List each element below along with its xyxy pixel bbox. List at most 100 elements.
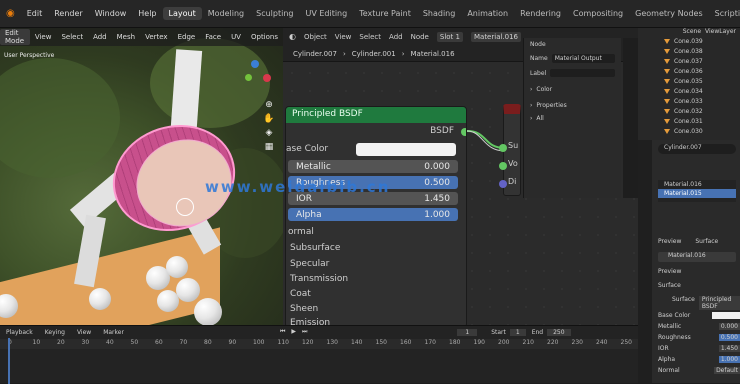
section-normal[interactable]: ormal	[286, 227, 466, 241]
outliner-item[interactable]: Cone.034	[638, 86, 740, 96]
menu-edit[interactable]: Edit	[21, 9, 49, 18]
start-frame-field[interactable]: 1	[509, 328, 526, 336]
prop-value[interactable]: Default	[714, 367, 740, 374]
node-target-row[interactable]: › All	[524, 112, 621, 125]
outliner-item[interactable]: Cone.032	[638, 106, 740, 116]
tab-rendering[interactable]: Rendering	[514, 7, 567, 20]
menu-render[interactable]: Render	[48, 9, 88, 18]
node-sidebar-tabs[interactable]	[623, 38, 638, 198]
material-output-node[interactable]: Su Vo Di	[499, 104, 521, 196]
tab-layout[interactable]: Layout	[162, 7, 202, 20]
timeline-menu-marker[interactable]: Marker	[97, 329, 130, 336]
viewport-menu-vertex[interactable]: Vertex	[140, 33, 173, 41]
viewport-menu-add[interactable]: Add	[88, 33, 112, 41]
tab-texture-paint[interactable]: Texture Paint	[353, 7, 417, 20]
tab-uv-editing[interactable]: UV Editing	[299, 7, 353, 20]
material-name-field[interactable]: Material.016	[658, 252, 736, 262]
tab-geometry-nodes[interactable]: Geometry Nodes	[629, 7, 708, 20]
node-label-input[interactable]	[550, 69, 615, 77]
viewport-menu-mesh[interactable]: Mesh	[112, 33, 140, 41]
material-slot[interactable]: Material.016	[658, 180, 736, 189]
viewlayer-label[interactable]: ViewLayer	[705, 28, 736, 36]
tab-preview[interactable]: Preview	[658, 238, 681, 245]
timeline-menu-view[interactable]: View	[71, 329, 97, 336]
prop-value[interactable]: 1.000	[718, 356, 740, 363]
material-slot-selected[interactable]: Material.015	[658, 189, 736, 198]
section-sheen[interactable]: Sheen	[286, 304, 466, 318]
principled-bsdf-node[interactable]: Principled BSDF BSDF ase Color Metallic 0…	[285, 106, 467, 328]
grid-icon[interactable]: ▦	[265, 142, 274, 152]
prop-value[interactable]: 1.450	[718, 345, 740, 352]
metallic-field[interactable]: Metallic 0.000	[288, 160, 458, 173]
play-icon[interactable]: ▶	[291, 328, 296, 336]
timeline-menu-playback[interactable]: Playback	[0, 329, 39, 336]
playhead[interactable]	[8, 338, 10, 384]
end-frame-field[interactable]: 250	[547, 328, 571, 336]
menu-help[interactable]: Help	[132, 9, 162, 18]
surface-section-header[interactable]: Surface	[658, 282, 681, 289]
tab-modeling[interactable]: Modeling	[202, 7, 250, 20]
surface-input-socket[interactable]	[499, 144, 507, 152]
tab-animation[interactable]: Animation	[461, 7, 514, 20]
viewport-menu-edge[interactable]: Edge	[173, 33, 201, 41]
section-subsurface[interactable]: Subsurface	[286, 243, 466, 257]
node-title[interactable]: Principled BSDF	[286, 107, 466, 123]
prop-value[interactable]: 0.000	[718, 323, 740, 330]
volume-input-socket[interactable]	[499, 162, 507, 170]
tab-sculpting[interactable]: Sculpting	[250, 7, 299, 20]
current-frame-field[interactable]: 1	[457, 328, 478, 336]
preview-section-header[interactable]: Preview	[658, 268, 681, 275]
pan-hand-icon[interactable]: ✋	[263, 114, 274, 124]
section-transmission[interactable]: Transmission	[286, 274, 466, 288]
mode-selector[interactable]: Edit Mode	[0, 29, 30, 45]
outliner-item[interactable]: Cone.036	[638, 66, 740, 76]
base-color-swatch[interactable]	[712, 312, 740, 319]
viewport-menu-face[interactable]: Face	[200, 33, 226, 41]
tab-surface[interactable]: Surface	[695, 238, 718, 245]
jump-end-icon[interactable]: ⏭	[302, 328, 307, 336]
section-specular[interactable]: Specular	[286, 259, 466, 273]
timeline-ruler[interactable]: 0102030405060708090100110120130140150160…	[0, 339, 638, 349]
node-panel-tab[interactable]: Node	[524, 38, 621, 51]
timeline[interactable]: Playback Keying View Marker ⏮ ▶ ⏭ 1 Star…	[0, 325, 638, 384]
scene-label[interactable]: Scene	[683, 28, 701, 36]
zoom-icon[interactable]: ⊕	[265, 100, 273, 110]
timeline-menu-keying[interactable]: Keying	[39, 329, 71, 336]
3d-viewport[interactable]: Edit Mode View Select Add Mesh Vertex Ed…	[0, 28, 283, 325]
tab-scripting[interactable]: Scripting	[709, 7, 740, 20]
transform-gizmo-center[interactable]	[176, 198, 194, 216]
node-color-row[interactable]: › Color	[524, 80, 621, 99]
bsdf-output-socket[interactable]	[461, 128, 466, 136]
outliner-item[interactable]: Cone.031	[638, 116, 740, 126]
tab-compositing[interactable]: Compositing	[567, 7, 629, 20]
material-slot-list[interactable]: Material.016 Material.015	[658, 180, 736, 202]
camera-icon[interactable]: ◈	[266, 128, 273, 138]
node-name-input[interactable]: Material Output	[551, 54, 615, 63]
axis-x-icon[interactable]	[263, 74, 271, 82]
outliner-item[interactable]: Cone.033	[638, 96, 740, 106]
axis-y-icon[interactable]	[245, 74, 252, 81]
outliner-item[interactable]: Cone.035	[638, 76, 740, 86]
viewport-menu-uv[interactable]: UV	[226, 33, 246, 41]
section-coat[interactable]: Coat	[286, 289, 466, 303]
menu-window[interactable]: Window	[89, 9, 133, 18]
alpha-field[interactable]: Alpha 1.000	[288, 208, 458, 221]
viewport-options[interactable]: Options	[246, 33, 283, 41]
axis-z-icon[interactable]	[251, 60, 259, 68]
tab-shading[interactable]: Shading	[417, 7, 462, 20]
outliner-item[interactable]: Cone.039	[638, 36, 740, 46]
displacement-input-socket[interactable]	[499, 180, 507, 188]
blender-logo-icon[interactable]: ◉	[0, 8, 21, 19]
shader-node-editor[interactable]: ◐ Object View Select Add Node Slot 1 Mat…	[283, 28, 638, 328]
navigation-gizmo[interactable]	[245, 60, 275, 90]
base-color-swatch[interactable]	[356, 143, 456, 156]
properties-search[interactable]: Cylinder.007	[658, 144, 736, 154]
properties-tabs[interactable]	[638, 140, 652, 383]
surface-shader-selector[interactable]: Principled BSDF	[698, 296, 740, 310]
viewport-menu-view[interactable]: View	[30, 33, 57, 41]
jump-start-icon[interactable]: ⏮	[280, 328, 285, 336]
outliner-item[interactable]: Cone.037	[638, 56, 740, 66]
viewport-menu-select[interactable]: Select	[56, 33, 88, 41]
outliner-item[interactable]: Cone.030	[638, 126, 740, 136]
node-properties-header[interactable]: › Properties	[524, 99, 621, 112]
